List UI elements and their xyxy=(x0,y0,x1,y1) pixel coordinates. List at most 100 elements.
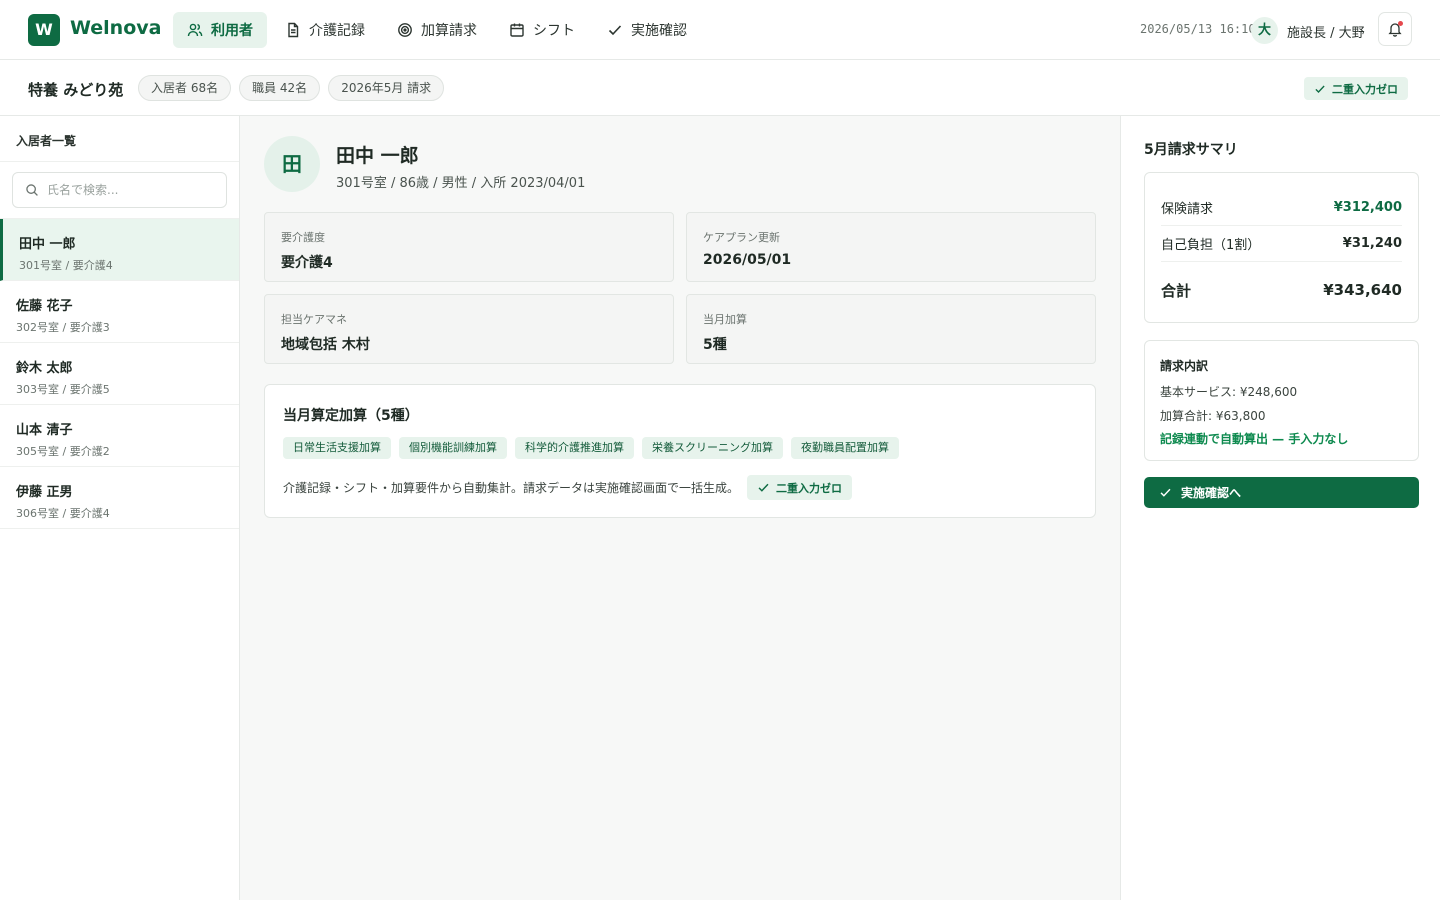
facility-name: 特養 みどり苑 xyxy=(28,81,124,99)
avatar[interactable]: 大 xyxy=(1251,17,1278,44)
page-title: 田中 一郎 xyxy=(336,145,419,167)
addon-tags: 日常生活支援加算 個別機能訓練加算 科学的介護推進加算 栄養スクリーニング加算 … xyxy=(283,437,1077,459)
addon-section: 当月算定加算（5種） 日常生活支援加算 個別機能訓練加算 科学的介護推進加算 栄… xyxy=(264,384,1096,518)
nav-label: シフト xyxy=(533,23,575,39)
billing-month-pill[interactable]: 2026年5月 請求 xyxy=(328,75,445,101)
addon-tag: 栄養スクリーニング加算 xyxy=(642,437,783,459)
current-datetime: 2026/05/13 16:10 xyxy=(1140,22,1256,36)
profile-meta: 301号室 / 86歳 / 男性 / 入所 2023/04/01 xyxy=(336,176,586,191)
search-box[interactable] xyxy=(12,172,227,208)
list-item[interactable]: 佐藤 花子 302号室 / 要介護3 xyxy=(0,281,239,343)
total-label: 合計 xyxy=(1161,281,1192,300)
summary-total: 合計 ¥343,640 xyxy=(1161,262,1402,318)
nav-item-confirmation[interactable]: 実施確認 xyxy=(593,12,701,48)
confirm-label: 実施確認へ xyxy=(1181,486,1242,500)
addon-note: 介護記録・シフト・加算要件から自動集計。請求データは実施確認画面で一括生成。 xyxy=(283,481,740,495)
facility-stats: 入居者 68名 職員 42名 2026年5月 請求 xyxy=(138,75,445,101)
calendar-icon xyxy=(510,23,524,37)
document-icon xyxy=(288,22,299,38)
resident-meta: 306号室 / 要介護4 xyxy=(16,507,110,520)
users-icon xyxy=(187,23,203,37)
row-label: 自己負担（1割） xyxy=(1161,238,1261,253)
nav-item-residents[interactable]: 利用者 xyxy=(173,12,267,48)
summary-title: 5月請求サマリ xyxy=(1144,142,1238,158)
search-input[interactable] xyxy=(47,183,217,197)
resident-name: 佐藤 花子 xyxy=(16,299,73,314)
check-icon xyxy=(1160,488,1171,497)
top-navigation-bar: W Welnova 利用者 介護記録 加算請求 シフト 実施確認 2026/05… xyxy=(0,0,1440,60)
facility-bar: 特養 みどり苑 入居者 68名 職員 42名 2026年5月 請求 二重入力ゼロ xyxy=(0,60,1440,116)
resident-sidebar: 入居者一覧 田中 一郎 301号室 / 要介護4 佐藤 花子 302号室 / 要… xyxy=(0,116,240,900)
addon-footer: 介護記録・シフト・加算要件から自動集計。請求データは実施確認画面で一括生成。 二… xyxy=(283,475,1077,500)
card-label: 担当ケアマネ xyxy=(281,313,347,326)
resident-count-pill: 入居者 68名 xyxy=(138,75,232,101)
chip-label: 二重入力ゼロ xyxy=(776,481,843,495)
list-item[interactable]: 田中 一郎 301号室 / 要介護4 xyxy=(0,219,239,281)
care-manager-card: 担当ケアマネ 地域包括 木村 xyxy=(264,294,674,364)
resident-meta: 302号室 / 要介護3 xyxy=(16,321,110,334)
total-amount: ¥343,640 xyxy=(1323,281,1402,299)
card-label: 当月加算 xyxy=(703,313,747,326)
badge-label: 二重入力ゼロ xyxy=(1332,82,1398,96)
check-icon xyxy=(1315,85,1325,93)
detail-addon: 加算合計: ¥63,800 xyxy=(1160,409,1266,423)
care-plan-card: ケアプラン更新 2026/05/01 xyxy=(686,212,1096,282)
list-item[interactable]: 山本 清子 305号室 / 要介護2 xyxy=(0,405,239,467)
nav-label: 介護記録 xyxy=(309,23,365,39)
zero-double-entry-badge: 二重入力ゼロ xyxy=(1304,77,1408,100)
list-item[interactable]: 鈴木 太郎 303号室 / 要介護5 xyxy=(0,343,239,405)
nav-item-addon-billing[interactable]: 加算請求 xyxy=(383,12,491,48)
nav-item-care-records[interactable]: 介護記録 xyxy=(271,12,379,48)
card-value: 地域包括 木村 xyxy=(281,337,370,353)
user-name[interactable]: 施設長 / 大野 xyxy=(1287,22,1365,41)
resident-meta: 303号室 / 要介護5 xyxy=(16,383,110,396)
card-label: ケアプラン更新 xyxy=(703,231,780,244)
detail-auto-note: 記録連動で自動算出 — 手入力なし xyxy=(1160,432,1349,446)
detail-title: 請求内訳 xyxy=(1160,359,1209,373)
care-level-card: 要介護度 要介護4 xyxy=(264,212,674,282)
resident-name: 鈴木 太郎 xyxy=(16,361,73,376)
avatar: 田 xyxy=(264,136,320,192)
summary-card: 保険請求 ¥312,400 自己負担（1割） ¥31,240 合計 ¥343,6… xyxy=(1144,172,1419,323)
sidebar-title: 入居者一覧 xyxy=(0,116,239,162)
main-nav: 利用者 介護記録 加算請求 シフト 実施確認 xyxy=(173,12,701,48)
app-name[interactable]: Welnova xyxy=(70,17,161,39)
target-icon xyxy=(398,23,412,37)
detail-base: 基本サービス: ¥248,600 xyxy=(1160,385,1298,399)
nav-item-shift[interactable]: シフト xyxy=(495,12,589,48)
card-label: 要介護度 xyxy=(281,231,325,244)
check-icon xyxy=(608,25,622,36)
card-value: 2026/05/01 xyxy=(703,252,792,268)
card-value: 要介護4 xyxy=(281,255,333,271)
staff-count-pill: 職員 42名 xyxy=(239,75,321,101)
search-icon xyxy=(26,184,38,196)
row-amount: ¥312,400 xyxy=(1333,200,1402,215)
list-item[interactable]: 伊藤 正男 306号室 / 要介護4 xyxy=(0,467,239,529)
resident-meta: 301号室 / 要介護4 xyxy=(19,259,113,272)
row-amount: ¥31,240 xyxy=(1342,236,1402,251)
card-value: 5種 xyxy=(703,337,727,353)
addon-tag: 夜勤職員配置加算 xyxy=(791,437,899,459)
check-icon xyxy=(758,483,769,492)
addon-tag: 科学的介護推進加算 xyxy=(515,437,634,459)
summary-row: 自己負担（1割） ¥31,240 xyxy=(1161,226,1402,262)
row-label: 保険請求 xyxy=(1161,202,1214,217)
notification-button[interactable] xyxy=(1378,12,1412,46)
app-logo[interactable]: W xyxy=(28,14,60,46)
nav-label: 実施確認 xyxy=(631,23,687,39)
resident-meta: 305号室 / 要介護2 xyxy=(16,445,110,458)
monthly-addon-card: 当月加算 5種 xyxy=(686,294,1096,364)
resident-list: 田中 一郎 301号室 / 要介護4 佐藤 花子 302号室 / 要介護3 鈴木… xyxy=(0,218,239,529)
resident-name: 田中 一郎 xyxy=(19,237,76,252)
addon-tag: 日常生活支援加算 xyxy=(283,437,391,459)
zero-double-entry-chip: 二重入力ゼロ xyxy=(747,475,853,500)
resident-name: 伊藤 正男 xyxy=(16,485,73,500)
nav-label: 利用者 xyxy=(211,23,253,39)
billing-detail-card: 請求内訳 基本サービス: ¥248,600 加算合計: ¥63,800 記録連動… xyxy=(1144,340,1419,461)
summary-row: 保険請求 ¥312,400 xyxy=(1161,190,1402,226)
billing-summary-panel: 5月請求サマリ 保険請求 ¥312,400 自己負担（1割） ¥31,240 合… xyxy=(1120,116,1440,900)
resident-detail: 田 田中 一郎 301号室 / 86歳 / 男性 / 入所 2023/04/01… xyxy=(240,116,1120,900)
notification-dot xyxy=(1398,21,1403,26)
confirm-button[interactable]: 実施確認へ xyxy=(1144,477,1419,508)
addon-title: 当月算定加算（5種） xyxy=(283,408,419,424)
